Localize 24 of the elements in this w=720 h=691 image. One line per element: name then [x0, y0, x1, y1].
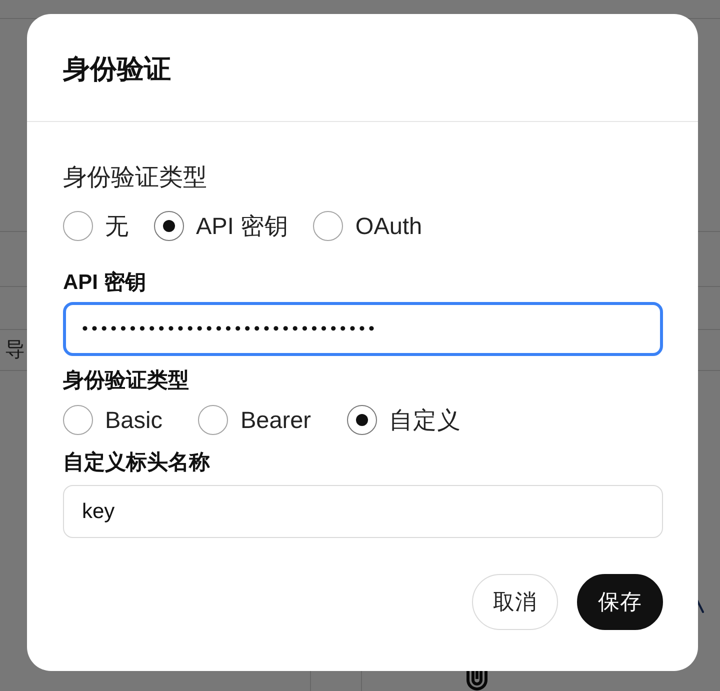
radio-option[interactable]: 无	[63, 211, 129, 241]
radio-icon[interactable]	[154, 211, 184, 241]
field-label: 身份验证类型	[63, 163, 207, 193]
field-label: 自定义标头名称	[63, 450, 210, 476]
radio-option[interactable]: 自定义	[347, 405, 462, 435]
paperclip-icon	[466, 671, 488, 691]
radio-icon[interactable]	[198, 405, 228, 435]
radio-icon[interactable]	[63, 211, 93, 241]
cancel-button[interactable]: 取消	[472, 574, 558, 630]
radio-option[interactable]: Basic	[63, 405, 162, 435]
row-label: 导	[4, 338, 25, 363]
password-field[interactable]: •••••••••••••••••••••••••••••••	[63, 302, 663, 356]
radio-option[interactable]: API 密钥	[154, 211, 288, 241]
radio-icon[interactable]	[63, 405, 93, 435]
dialog-title: 身份验证	[63, 53, 171, 86]
input-field[interactable]: key	[63, 485, 663, 538]
field-label: API 密钥	[63, 270, 146, 296]
radio-option[interactable]: Bearer	[198, 405, 312, 435]
field-label: 身份验证类型	[63, 368, 189, 394]
slash-icon	[696, 599, 704, 613]
radio-icon[interactable]	[313, 211, 344, 241]
save-button[interactable]: 保存	[577, 574, 663, 630]
radio-option[interactable]: OAuth	[313, 211, 422, 241]
radio-icon[interactable]	[347, 405, 378, 435]
